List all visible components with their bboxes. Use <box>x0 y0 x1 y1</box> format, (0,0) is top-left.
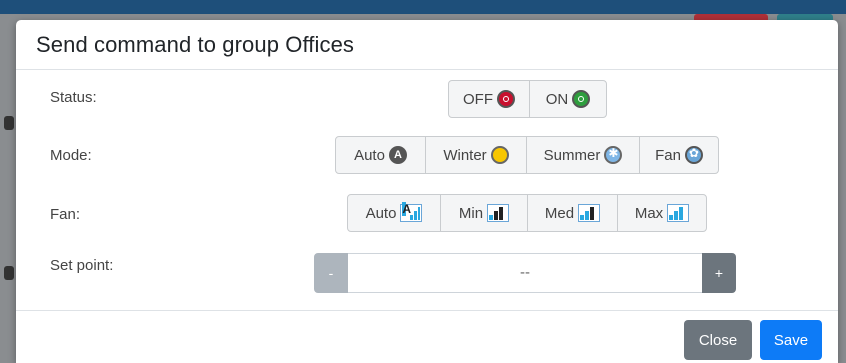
setpoint-input[interactable]: -- <box>348 253 702 293</box>
background-app-header <box>0 0 846 14</box>
status-button-group: OFF ON <box>448 80 607 118</box>
fan-max-button[interactable]: Max <box>618 195 706 231</box>
mode-fan-button[interactable]: Fan <box>640 137 718 173</box>
fan-med-button[interactable]: Med <box>528 195 618 231</box>
status-off-label: OFF <box>463 90 493 108</box>
mode-winter-button[interactable]: Winter <box>426 137 527 173</box>
send-command-modal: Send command to group Offices Status: OF… <box>16 20 838 363</box>
status-on-button[interactable]: ON <box>530 81 606 117</box>
sun-icon <box>490 146 509 164</box>
auto-mode-icon: A <box>388 146 407 164</box>
power-on-icon <box>572 90 591 108</box>
fan-auto-button[interactable]: Auto A <box>348 195 441 231</box>
close-button[interactable]: Close <box>684 320 752 360</box>
mode-auto-button[interactable]: Auto A <box>336 137 426 173</box>
status-row: Status: OFF ON <box>16 80 838 120</box>
fan-row: Fan: Auto A Min Med Max <box>16 194 838 234</box>
status-on-label: ON <box>545 90 569 108</box>
mode-summer-label: Summer <box>543 146 601 164</box>
background-icon <box>4 116 14 130</box>
modal-header: Send command to group Offices <box>16 20 838 70</box>
mode-auto-label: Auto <box>354 146 385 164</box>
status-label: Status: <box>50 89 97 106</box>
fan-auto-bars-icon: A <box>400 202 423 222</box>
power-off-icon <box>497 90 515 108</box>
fan-icon <box>684 146 703 164</box>
background-icon <box>4 266 14 280</box>
setpoint-row: Set point: - -- + <box>16 253 838 293</box>
fan-min-bars-icon <box>487 204 510 222</box>
mode-row: Mode: Auto A Winter Summer Fan <box>16 136 838 176</box>
fan-med-bars-icon <box>578 204 601 222</box>
save-button[interactable]: Save <box>760 320 822 360</box>
fan-label: Fan: <box>50 206 81 223</box>
fan-max-label: Max <box>634 204 664 222</box>
fan-auto-label: Auto <box>365 204 397 222</box>
setpoint-decrement-button[interactable]: - <box>314 253 348 293</box>
fan-min-label: Min <box>458 204 484 222</box>
mode-summer-button[interactable]: Summer <box>527 137 640 173</box>
status-off-button[interactable]: OFF <box>449 81 530 117</box>
mode-label: Mode: <box>50 147 92 164</box>
modal-title: Send command to group Offices <box>36 32 355 57</box>
mode-winter-label: Winter <box>443 146 487 164</box>
fan-auto-glyph: A <box>402 202 412 216</box>
fan-min-button[interactable]: Min <box>441 195 528 231</box>
mode-button-group: Auto A Winter Summer Fan <box>335 136 719 174</box>
mode-fan-label: Fan <box>655 146 681 164</box>
fan-med-label: Med <box>544 204 575 222</box>
setpoint-increment-button[interactable]: + <box>702 253 736 293</box>
fan-speed-button-group: Auto A Min Med Max <box>347 194 707 232</box>
fan-max-bars-icon <box>667 204 690 222</box>
modal-footer: Close Save <box>16 310 838 363</box>
snowflake-icon <box>604 146 623 164</box>
setpoint-label: Set point: <box>50 257 114 274</box>
